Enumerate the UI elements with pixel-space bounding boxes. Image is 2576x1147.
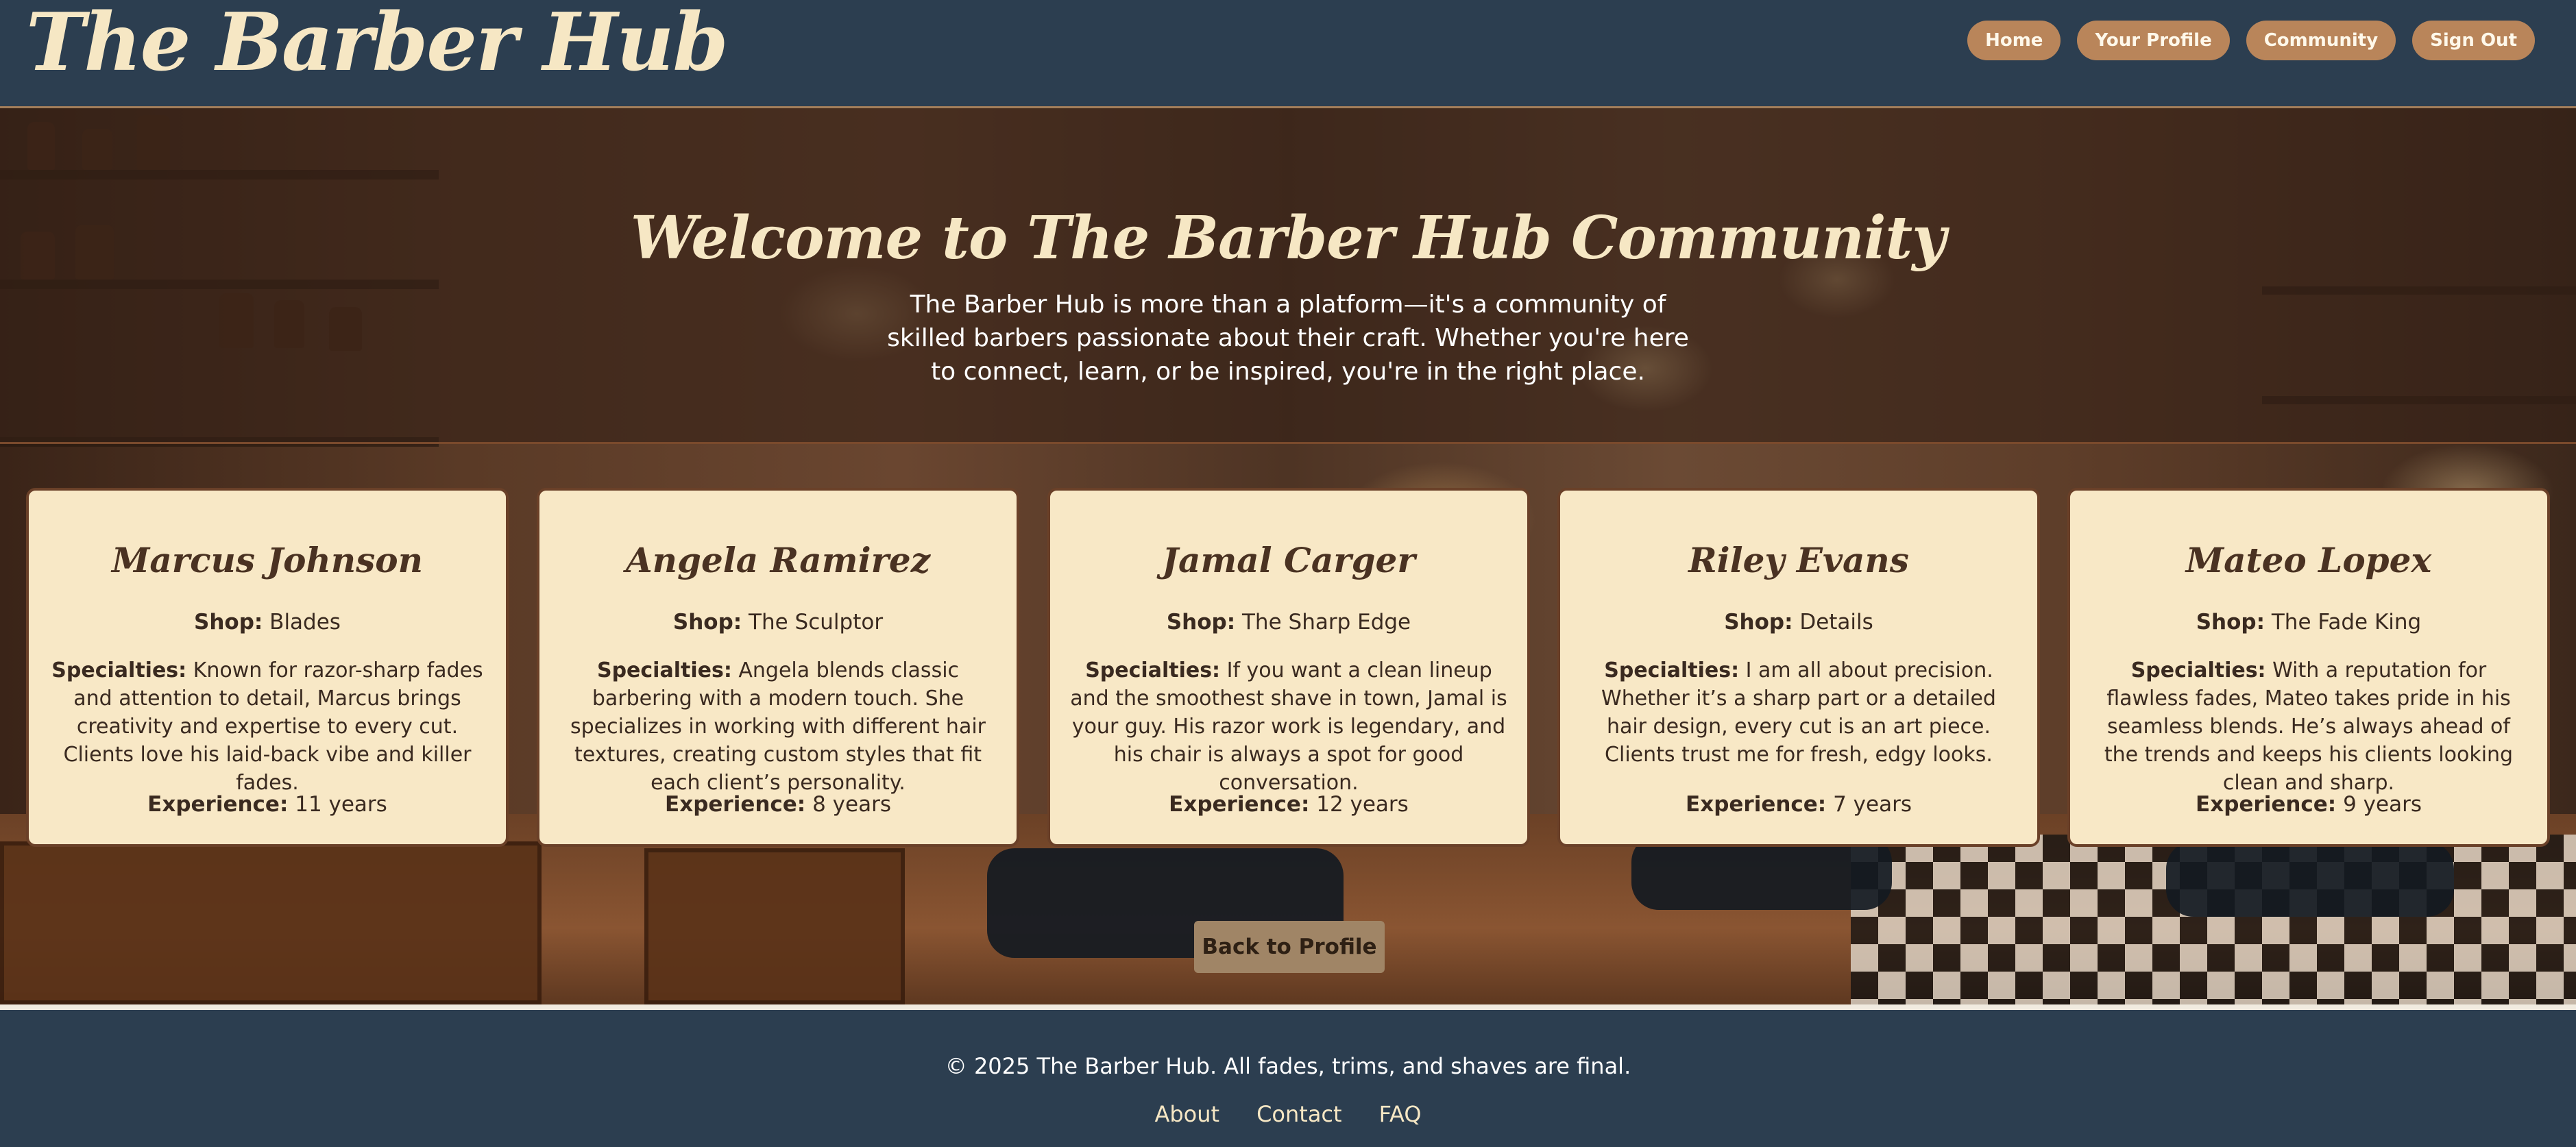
barber-card: Riley Evans Shop: Details Specialties: I… bbox=[1557, 488, 2040, 847]
barber-specialties: Specialties: Angela blends classic barbe… bbox=[559, 656, 997, 797]
barber-shop: Shop: The Fade King bbox=[2070, 608, 2547, 636]
experience-label: Experience: bbox=[1686, 792, 1827, 817]
hero-title: Welcome to The Barber Hub Community bbox=[630, 204, 1946, 273]
barber-name: Mateo Lopex bbox=[2185, 540, 2432, 580]
shop-label: Shop: bbox=[1166, 610, 1236, 634]
experience-label: Experience: bbox=[1169, 792, 1310, 817]
footer-faq-link[interactable]: FAQ bbox=[1379, 1100, 1422, 1128]
barber-specialties: Specialties: With a reputation for flawl… bbox=[2089, 656, 2528, 797]
cabinet bbox=[644, 848, 905, 1004]
hero-section: Welcome to The Barber Hub Community The … bbox=[0, 108, 2576, 444]
site-logo[interactable]: The Barber Hub bbox=[26, 0, 729, 85]
barber-name: Angela Ramirez bbox=[625, 540, 931, 580]
experience-value: 12 years bbox=[1316, 792, 1409, 817]
shop-label: Shop: bbox=[2196, 610, 2265, 634]
barber-name: Jamal Carger bbox=[1162, 540, 1415, 580]
barber-specialties: Specialties: If you want a clean lineup … bbox=[1069, 656, 1508, 797]
shop-value: The Sculptor bbox=[749, 610, 884, 634]
footer-copyright: © 2025 The Barber Hub. All fades, trims,… bbox=[945, 1053, 1631, 1079]
barber-card: Jamal Carger Shop: The Sharp Edge Specia… bbox=[1047, 488, 1530, 847]
experience-label: Experience: bbox=[2196, 792, 2337, 817]
experience-value: 11 years bbox=[295, 792, 387, 817]
shop-label: Shop: bbox=[672, 610, 742, 634]
barber-chair bbox=[2166, 841, 2454, 917]
specialties-label: Specialties: bbox=[51, 658, 187, 682]
barber-shop: Shop: The Sculptor bbox=[539, 608, 1017, 636]
shop-label: Shop: bbox=[1724, 610, 1793, 634]
experience-label: Experience: bbox=[147, 792, 289, 817]
barber-experience: Experience: 11 years bbox=[29, 791, 506, 818]
barber-name: Marcus Johnson bbox=[111, 540, 423, 580]
nav-home-button[interactable]: Home bbox=[1967, 21, 2061, 60]
main-nav: Home Your Profile Community Sign Out bbox=[1967, 21, 2535, 60]
footer-about-link[interactable]: About bbox=[1154, 1100, 1219, 1128]
barber-specialties: Specialties: I am all about precision. W… bbox=[1579, 656, 2018, 769]
experience-value: 9 years bbox=[2343, 792, 2422, 817]
barber-experience: Experience: 12 years bbox=[1050, 791, 1527, 818]
shop-value: The Sharp Edge bbox=[1242, 610, 1411, 634]
specialties-label: Specialties: bbox=[1604, 658, 1740, 682]
shop-value: The Fade King bbox=[2271, 610, 2422, 634]
cabinet bbox=[0, 841, 542, 1004]
shop-label: Shop: bbox=[194, 610, 263, 634]
barber-shop: Shop: The Sharp Edge bbox=[1050, 608, 1527, 636]
experience-label: Experience: bbox=[665, 792, 806, 817]
barber-card: Mateo Lopex Shop: The Fade King Specialt… bbox=[2067, 488, 2550, 847]
barber-cards: Marcus Johnson Shop: Blades Specialties:… bbox=[26, 488, 2550, 847]
specialties-label: Specialties: bbox=[1085, 658, 1221, 682]
barber-specialties: Specialties: Known for razor-sharp fades… bbox=[48, 656, 487, 797]
nav-your-profile-button[interactable]: Your Profile bbox=[2077, 21, 2230, 60]
specialties-label: Specialties: bbox=[2130, 658, 2266, 682]
specialties-label: Specialties: bbox=[596, 658, 732, 682]
barber-experience: Experience: 8 years bbox=[539, 791, 1017, 818]
hero-description: The Barber Hub is more than a platform—i… bbox=[887, 291, 1689, 386]
back-to-profile-button[interactable]: Back to Profile bbox=[1194, 921, 1385, 973]
footer-links: About Contact FAQ bbox=[0, 1100, 2576, 1128]
shop-value: Blades bbox=[269, 610, 341, 634]
barber-shop: Shop: Blades bbox=[29, 608, 506, 636]
barber-experience: Experience: 7 years bbox=[1560, 791, 2037, 818]
barber-card: Angela Ramirez Shop: The Sculptor Specia… bbox=[537, 488, 1019, 847]
footer-contact-link[interactable]: Contact bbox=[1256, 1100, 1342, 1128]
barber-shop: Shop: Details bbox=[1560, 608, 2037, 636]
site-header: The Barber Hub Home Your Profile Communi… bbox=[0, 0, 2576, 108]
barber-name: Riley Evans bbox=[1688, 540, 1909, 580]
nav-community-button[interactable]: Community bbox=[2246, 21, 2396, 60]
experience-value: 8 years bbox=[812, 792, 891, 817]
shop-value: Details bbox=[1799, 610, 1873, 634]
barber-experience: Experience: 9 years bbox=[2070, 791, 2547, 818]
experience-value: 7 years bbox=[1833, 792, 1912, 817]
barber-card: Marcus Johnson Shop: Blades Specialties:… bbox=[26, 488, 509, 847]
nav-sign-out-button[interactable]: Sign Out bbox=[2412, 21, 2535, 60]
site-footer: © 2025 The Barber Hub. All fades, trims,… bbox=[0, 1004, 2576, 1147]
